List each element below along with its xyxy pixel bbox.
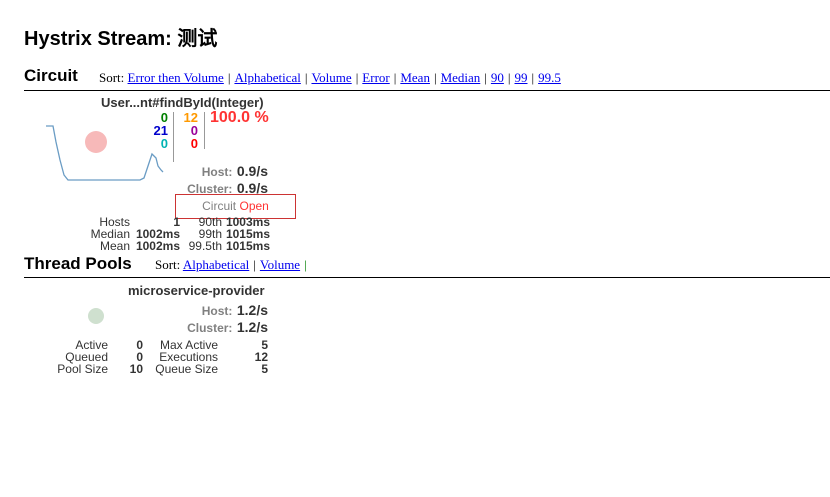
pool-host-rate: Host: 1.2/s: [150, 302, 268, 320]
pool-sort-alphabetical[interactable]: Alphabetical: [183, 257, 249, 272]
sort-99[interactable]: 99: [515, 70, 528, 85]
count-divider-left: [173, 112, 174, 162]
thread-pools-heading: Thread Pools: [24, 254, 132, 273]
circuit-name: User...nt#findById(Integer): [101, 95, 264, 110]
page-title: Hystrix Stream: 测试: [24, 28, 218, 50]
pool-labels-right: Max Active Executions Queue Size: [150, 339, 218, 375]
circuit-status-label: Circuit: [202, 199, 237, 213]
latency-values-left: 1 1002ms 1002ms: [132, 216, 180, 252]
host-rate-value: 0.9/s: [236, 163, 268, 179]
circuit-sort-bar: Sort: Error then Volume | Alphabetical | Vol…: [99, 70, 561, 85]
pool-size-value: 10: [129, 362, 143, 376]
host-label: Host:: [201, 165, 233, 179]
error-percentage: 100.0 %: [210, 109, 269, 126]
sort-median[interactable]: Median: [441, 70, 481, 85]
latency-labels-left: Hosts Median Mean: [60, 216, 130, 252]
thread-pools-sort-bar: Sort: Alphabetical | Volume |: [155, 257, 307, 272]
queue-size-value: 5: [261, 362, 268, 376]
pool-host-rate-value: 1.2/s: [236, 302, 268, 318]
count-divider-right: [204, 112, 205, 149]
pool-cluster-rate: Cluster: 1.2/s: [150, 319, 268, 337]
sort-90[interactable]: 90: [491, 70, 504, 85]
sort-mean[interactable]: Mean: [400, 70, 430, 85]
mean-value: 1002ms: [135, 239, 180, 253]
circuit-divider: [24, 90, 830, 91]
sort-99-5[interactable]: 99.5: [538, 70, 561, 85]
thread-pool-name: microservice-provider: [128, 283, 265, 298]
pool-host-label: Host:: [201, 304, 233, 318]
mean-label: Mean: [99, 239, 130, 253]
pool-cluster-label: Cluster:: [187, 321, 233, 335]
circuit-sort-label: Sort:: [99, 70, 125, 85]
circuit-health-bubble: [85, 131, 107, 153]
circuit-status-value: Open: [239, 199, 269, 213]
sort-error-then-volume[interactable]: Error then Volume: [128, 70, 224, 85]
pool-sort-volume[interactable]: Volume: [260, 257, 300, 272]
pool-values-right: 5 12 5: [228, 339, 268, 375]
p995-label: 99.5th: [188, 239, 222, 253]
pool-labels-left: Active Queued Pool Size: [40, 339, 108, 375]
sort-alphabetical[interactable]: Alphabetical: [234, 70, 300, 85]
queue-size-label: Queue Size: [155, 362, 218, 376]
circuit-heading: Circuit: [24, 66, 78, 85]
pool-values-left: 0 0 10: [112, 339, 143, 375]
sort-error[interactable]: Error: [362, 70, 389, 85]
pool-size-label: Pool Size: [57, 362, 108, 376]
circuit-host-rate: Host: 0.9/s: [150, 163, 268, 181]
latency-values-right: 1003ms 1015ms 1015ms: [222, 216, 270, 252]
thread-pools-sort-label: Sort:: [155, 257, 181, 272]
p995-value: 1015ms: [225, 239, 270, 253]
latency-labels-right: 90th 99th 99.5th: [182, 216, 222, 252]
sort-volume[interactable]: Volume: [311, 70, 351, 85]
count-bad-request: 0: [160, 136, 168, 151]
count-failure: 0: [190, 136, 198, 151]
pool-cluster-rate-value: 1.2/s: [236, 319, 268, 335]
thread-pools-divider: [24, 277, 830, 278]
thread-pool-health-bubble: [88, 308, 104, 324]
